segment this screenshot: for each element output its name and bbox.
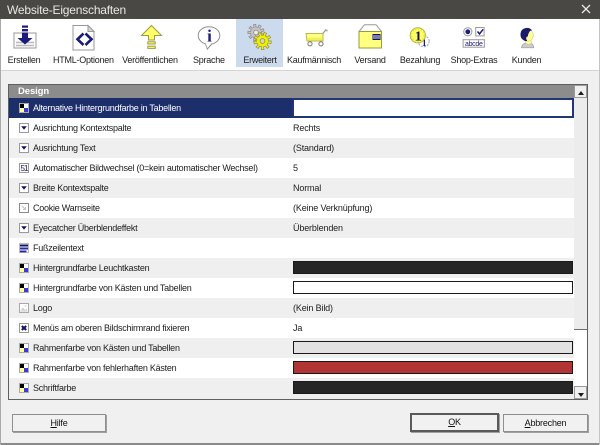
svg-text:1: 1 [415, 29, 422, 44]
svg-text:abcde: abcde [465, 41, 483, 48]
svg-text:i: i [207, 27, 212, 46]
